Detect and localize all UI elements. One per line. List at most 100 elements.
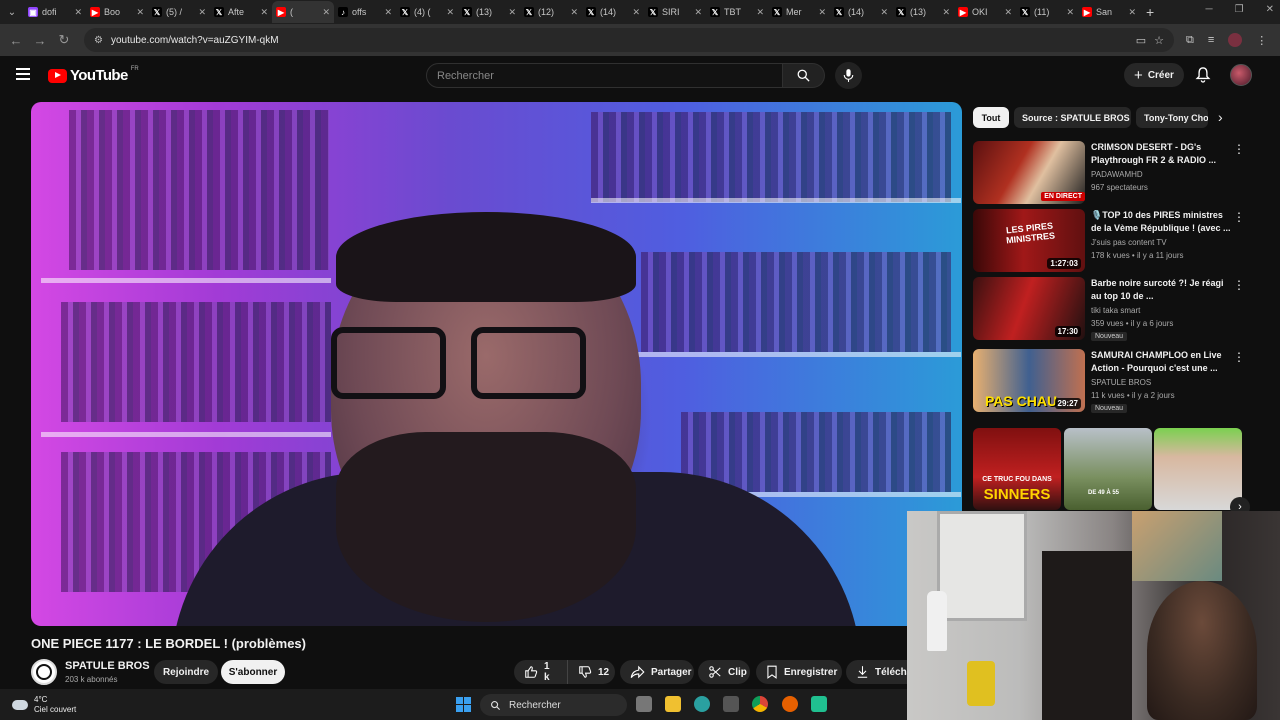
recommendation-item[interactable]: 17:30 Barbe noire surcoté ?! Je réagi au… — [973, 277, 1263, 341]
browser-tab[interactable]: 𝕏 (14) ✕ — [582, 1, 644, 23]
channel-name[interactable]: SPATULE BROS — [65, 660, 150, 672]
browser-tab[interactable]: ▶ San ✕ — [1078, 1, 1140, 23]
recommendation-channel[interactable]: PADAWAMHD — [1091, 170, 1143, 179]
recommendation-channel[interactable]: tiki taka smart — [1091, 306, 1140, 315]
join-button[interactable]: Rejoindre — [154, 660, 218, 684]
chrome-icon[interactable] — [752, 696, 768, 712]
close-tab-icon[interactable]: ✕ — [818, 7, 826, 18]
browser-tab[interactable]: 𝕏 (14) ✕ — [830, 1, 892, 23]
close-tab-icon[interactable]: ✕ — [136, 7, 144, 18]
forward-icon[interactable]: → — [28, 33, 52, 48]
search-button[interactable] — [783, 63, 825, 88]
clip-button[interactable]: Clip — [698, 660, 750, 684]
browser-tab[interactable]: 𝕏 (13) ✕ — [458, 1, 520, 23]
browser-tab[interactable]: 𝕏 TBT ✕ — [706, 1, 768, 23]
short-thumbnail[interactable]: DE 49 À 55 — [1064, 428, 1152, 510]
more-options-icon[interactable]: ⋮ — [1233, 351, 1245, 363]
taskbar-search[interactable]: Rechercher — [480, 694, 627, 716]
edge-icon[interactable] — [694, 696, 710, 712]
close-tab-icon[interactable]: ✕ — [260, 7, 268, 18]
like-button[interactable]: 1 k — [514, 660, 567, 684]
chip-all[interactable]: Tout — [973, 107, 1009, 128]
extensions-icon[interactable]: ⧉ — [1186, 34, 1194, 47]
site-info-icon[interactable]: ⚙ — [94, 35, 103, 46]
task-view-icon[interactable] — [636, 696, 652, 712]
windows-start-icon[interactable] — [456, 697, 471, 712]
weather-widget[interactable]: 4°C Ciel couvert — [12, 695, 76, 715]
more-options-icon[interactable]: ⋮ — [1233, 211, 1245, 223]
tab-search-icon[interactable]: ⌄ — [0, 0, 24, 24]
subscribe-button[interactable]: S'abonner — [221, 660, 285, 684]
new-tab-button[interactable]: + — [1146, 4, 1154, 20]
browser-tab[interactable]: 𝕏 SIRI ✕ — [644, 1, 706, 23]
video-player[interactable] — [31, 102, 962, 626]
account-avatar[interactable] — [1230, 64, 1252, 86]
hamburger-menu-icon[interactable] — [16, 68, 30, 80]
browser-tab[interactable]: ♪ offs ✕ — [334, 1, 396, 23]
recommendation-title[interactable]: SAMURAI CHAMPLOO en Live Action - Pourqu… — [1091, 349, 1231, 375]
cast-icon[interactable]: ▭ — [1136, 34, 1146, 47]
app-icon[interactable] — [811, 696, 827, 712]
browser-tab[interactable]: 𝕏 (4) (✕ — [396, 1, 458, 23]
recommendation-channel[interactable]: J'suis pas content TV — [1091, 238, 1167, 247]
browser-tab[interactable]: 𝕏 (11) ✕ — [1016, 1, 1078, 23]
close-tab-icon[interactable]: ✕ — [508, 7, 516, 18]
close-tab-icon[interactable]: ✕ — [198, 7, 206, 18]
close-tab-icon[interactable]: ✕ — [322, 7, 330, 18]
menu-icon[interactable]: ⋮ — [1256, 34, 1267, 47]
media-icon[interactable]: ≡ — [1208, 34, 1214, 46]
channel-avatar[interactable] — [31, 659, 57, 685]
recommendation-item[interactable]: EN DIRECT CRIMSON DESERT - DG's Playthro… — [973, 141, 1263, 205]
short-thumbnail[interactable]: CE TRUC FOU DANS SINNERS — [973, 428, 1061, 510]
youtube-logo[interactable]: YouTube FR — [48, 66, 139, 84]
download-button[interactable]: Télécha — [846, 660, 916, 684]
profile-avatar[interactable] — [1228, 33, 1243, 47]
chevron-right-icon[interactable]: › — [1218, 109, 1223, 125]
recommendation-channel[interactable]: SPATULE BROS — [1091, 378, 1151, 387]
file-explorer-icon[interactable] — [665, 696, 681, 712]
close-tab-icon[interactable]: ✕ — [756, 7, 764, 18]
close-tab-icon[interactable]: ✕ — [694, 7, 702, 18]
close-tab-icon[interactable]: ✕ — [942, 7, 950, 18]
minimize-icon[interactable]: ─ — [1206, 4, 1213, 15]
recommendation-item[interactable]: PAS CHAU 29:27 SAMURAI CHAMPLOO en Live … — [973, 349, 1263, 413]
create-button[interactable]: + Créer — [1124, 63, 1184, 87]
close-tab-icon[interactable]: ✕ — [446, 7, 454, 18]
share-button[interactable]: Partager — [620, 660, 694, 684]
browser-tab[interactable]: 𝕏 Mer ✕ — [768, 1, 830, 23]
back-icon[interactable]: ← — [4, 33, 28, 48]
browser-tab[interactable]: ▶ Boo ✕ — [86, 1, 148, 23]
close-tab-icon[interactable]: ✕ — [570, 7, 578, 18]
short-thumbnail[interactable] — [1154, 428, 1242, 510]
recommendation-item[interactable]: LES PIRES MINISTRES 1:27:03 🎙️TOP 10 des… — [973, 209, 1263, 273]
browser-tab[interactable]: 𝕏 (13) ✕ — [892, 1, 954, 23]
search-input[interactable]: Rechercher — [426, 63, 783, 88]
close-tab-icon[interactable]: ✕ — [384, 7, 392, 18]
voice-search-button[interactable] — [835, 62, 862, 89]
dislike-button[interactable]: 12 — [567, 660, 615, 684]
browser-tab[interactable]: 𝕏 Afte ✕ — [210, 1, 272, 23]
recommendation-title[interactable]: Barbe noire surcoté ?! Je réagi au top 1… — [1091, 277, 1231, 303]
reload-icon[interactable]: ↻ — [52, 32, 76, 48]
firefox-icon[interactable] — [782, 696, 798, 712]
close-tab-icon[interactable]: ✕ — [880, 7, 888, 18]
maximize-icon[interactable]: ❐ — [1235, 4, 1244, 15]
browser-tab[interactable]: 𝕏 (12) ✕ — [520, 1, 582, 23]
more-options-icon[interactable]: ⋮ — [1233, 279, 1245, 291]
notifications-bell-icon[interactable] — [1195, 66, 1211, 88]
close-tab-icon[interactable]: ✕ — [74, 7, 82, 18]
browser-tab[interactable]: ▶ OKI ✕ — [954, 1, 1016, 23]
chip-source[interactable]: Source : SPATULE BROS — [1014, 107, 1131, 128]
chip-tony-tony[interactable]: Tony-Tony Cho — [1136, 107, 1208, 128]
close-tab-icon[interactable]: ✕ — [1128, 7, 1136, 18]
browser-tab[interactable]: ▶ (✕ — [272, 1, 334, 23]
more-options-icon[interactable]: ⋮ — [1233, 143, 1245, 155]
close-window-icon[interactable]: ✕ — [1266, 4, 1274, 15]
recommendation-title[interactable]: CRIMSON DESERT - DG's Playthrough FR 2 &… — [1091, 141, 1231, 167]
address-bar[interactable]: ⚙ youtube.com/watch?v=auZGYIM-qkM ▭ ☆ — [84, 28, 1174, 52]
browser-tab[interactable]: ▣ dofi ✕ — [24, 1, 86, 23]
close-tab-icon[interactable]: ✕ — [632, 7, 640, 18]
save-button[interactable]: Enregistrer — [756, 660, 842, 684]
close-tab-icon[interactable]: ✕ — [1066, 7, 1074, 18]
browser-tab[interactable]: 𝕏 (5) / ✕ — [148, 1, 210, 23]
